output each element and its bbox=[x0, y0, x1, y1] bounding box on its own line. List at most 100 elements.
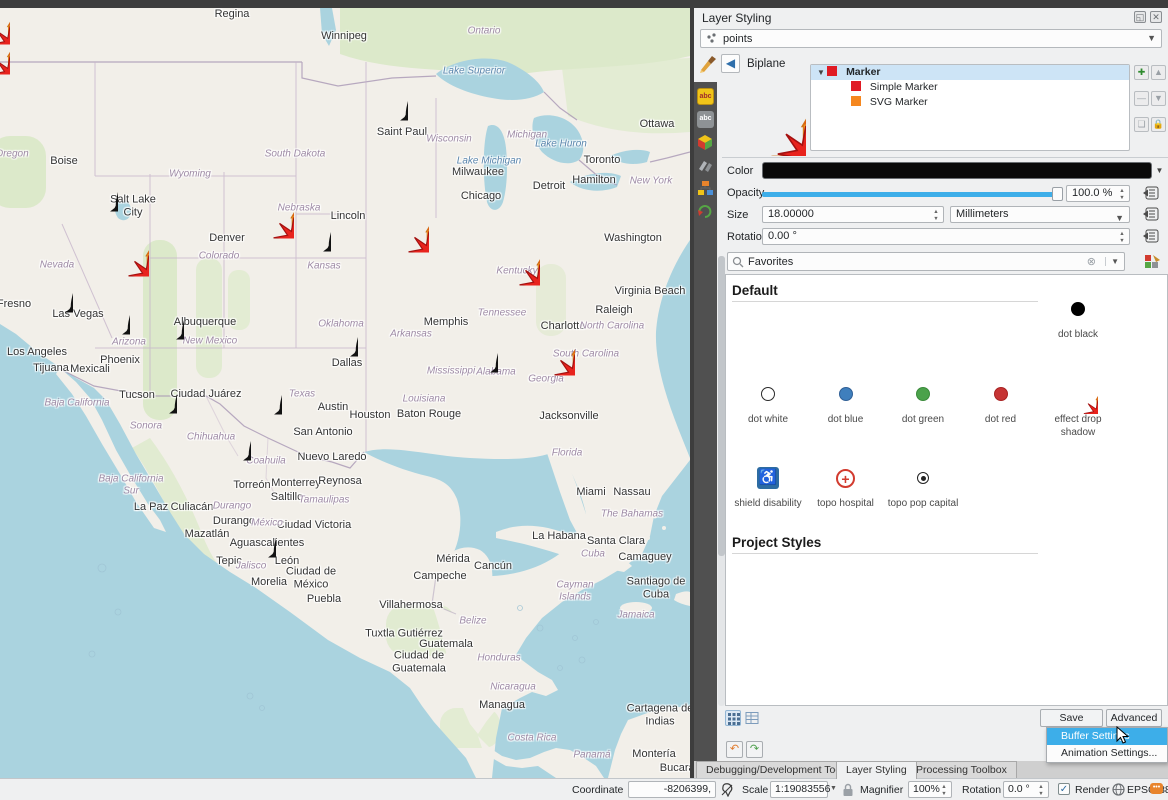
style-item-label: shield disability bbox=[730, 498, 806, 511]
tab-masks[interactable]: abc bbox=[697, 111, 714, 128]
clear-filter-icon[interactable]: ⊗ bbox=[1087, 255, 1096, 268]
scale-dropdown-arrow[interactable]: ▼ bbox=[830, 785, 837, 792]
size-spinbox[interactable]: 18.00000 ▲▼ bbox=[762, 206, 944, 223]
spin-arrows-icon[interactable]: ▲▼ bbox=[931, 207, 941, 222]
crs-globe-icon[interactable] bbox=[1112, 783, 1125, 796]
size-override-icon[interactable] bbox=[1142, 206, 1160, 222]
mouse-tracking-icon[interactable] bbox=[720, 783, 734, 797]
float-panel-icon[interactable]: ◱ bbox=[1134, 11, 1146, 23]
opacity-spinbox[interactable]: 100.0 % ▲▼ bbox=[1066, 185, 1130, 202]
render-checkbox[interactable]: ✓ bbox=[1058, 783, 1070, 795]
tree-row-simple-marker[interactable]: Simple Marker bbox=[811, 80, 1129, 95]
spin-arrows-icon[interactable]: ▲▼ bbox=[1117, 186, 1127, 201]
style-item-shield-disability[interactable]: ♿shield disability bbox=[730, 458, 806, 511]
advanced-button[interactable]: Advanced ▼ bbox=[1106, 709, 1162, 727]
mouse-cursor bbox=[1116, 726, 1130, 746]
coordinate-field[interactable]: -8206399, 5199155 bbox=[628, 781, 716, 798]
symbol-name: Biplane bbox=[747, 58, 785, 70]
expand-arrow-icon[interactable]: ▼ bbox=[817, 68, 827, 77]
menu-item-animation-settings[interactable]: Animation Settings... bbox=[1047, 745, 1167, 762]
svg-marker-swatch bbox=[851, 96, 861, 106]
move-down-button[interactable]: ▼ bbox=[1151, 91, 1166, 106]
redo-button[interactable]: ↷ bbox=[746, 741, 763, 758]
search-icon bbox=[732, 256, 744, 268]
color-label: Color bbox=[727, 165, 753, 177]
magnifier-label: Magnifier bbox=[860, 784, 903, 796]
style-item-dot-green[interactable]: dot green bbox=[885, 374, 961, 427]
tree-label-svg-marker: SVG Marker bbox=[870, 96, 928, 108]
undo-button[interactable]: ↶ bbox=[726, 741, 743, 758]
spin-arrows-icon[interactable]: ▲▼ bbox=[1117, 229, 1127, 244]
style-item-dot-blue[interactable]: dot blue bbox=[808, 374, 884, 427]
style-filter-value: Favorites bbox=[748, 256, 793, 268]
color-dropdown-arrow[interactable]: ▼ bbox=[1153, 162, 1166, 179]
menu-item-buffer-settings[interactable]: Buffer Settings bbox=[1047, 728, 1167, 745]
opacity-override-icon[interactable] bbox=[1142, 185, 1160, 201]
rotation-label: Rotation bbox=[962, 784, 1001, 796]
style-item-topo-pop-capital[interactable]: topo pop capital bbox=[885, 458, 961, 511]
tab-diagrams[interactable] bbox=[697, 157, 714, 174]
tree-row-svg-marker[interactable]: SVG Marker bbox=[811, 95, 1129, 110]
style-item-topo-hospital[interactable]: +topo hospital bbox=[808, 458, 884, 511]
lock-scale-icon[interactable] bbox=[842, 783, 854, 797]
symbology-brush-icon[interactable] bbox=[699, 54, 719, 74]
plane-marker bbox=[72, 166, 118, 217]
add-symbol-layer-button[interactable]: ✚ bbox=[1134, 65, 1149, 80]
close-panel-icon[interactable]: ✕ bbox=[1150, 11, 1162, 23]
tab-debugging-tools[interactable]: Debugging/Development Tools bbox=[696, 761, 859, 778]
tab-3d-view[interactable] bbox=[697, 134, 714, 151]
style-item-label: effect drop shadow bbox=[1040, 414, 1116, 439]
style-item-label: topo hospital bbox=[808, 498, 884, 511]
remove-symbol-layer-button[interactable]: — bbox=[1134, 91, 1149, 106]
spin-arrows-icon[interactable]: ▲▼ bbox=[1036, 782, 1046, 797]
style-manager-icon[interactable] bbox=[1143, 253, 1163, 270]
rotation-spinbox[interactable]: 0.0 ° ▲▼ bbox=[1003, 781, 1049, 798]
plane-marker bbox=[312, 311, 358, 362]
symbol-layer-tree[interactable]: ▼ Marker Simple Marker SVG Marker bbox=[810, 64, 1130, 151]
tab-processing-toolbox[interactable]: Processing Toolbox bbox=[906, 761, 1017, 778]
style-item-dot-black[interactable]: dot black bbox=[1040, 289, 1116, 342]
tree-label-marker: Marker bbox=[846, 66, 880, 78]
star-marker bbox=[91, 219, 149, 282]
back-button[interactable]: ◀ bbox=[721, 54, 740, 73]
scale-combo[interactable]: 1:19083556 bbox=[770, 781, 828, 798]
messages-icon[interactable]: ••• bbox=[1150, 783, 1163, 794]
opacity-slider[interactable] bbox=[762, 192, 1062, 197]
panel-scrollbar[interactable] bbox=[718, 256, 725, 706]
style-item-effect-drop-shadow[interactable]: effect drop shadow bbox=[1040, 374, 1116, 439]
tab-labels[interactable]: abc bbox=[697, 88, 714, 105]
tree-label-simple-marker: Simple Marker bbox=[870, 81, 938, 93]
size-unit-combo[interactable]: Millimeters ▼ bbox=[950, 206, 1130, 223]
opacity-slider-handle[interactable] bbox=[1052, 187, 1063, 201]
render-label: Render bbox=[1075, 784, 1109, 796]
filter-dropdown-arrow[interactable]: ▼ bbox=[1105, 257, 1119, 266]
list-view-toggle[interactable] bbox=[744, 710, 760, 726]
plane-marker bbox=[138, 294, 184, 345]
tree-row-marker[interactable]: ▼ Marker bbox=[811, 65, 1129, 80]
tab-legend[interactable] bbox=[697, 180, 714, 197]
star-marker bbox=[482, 228, 540, 291]
layer-select[interactable]: points ▼ bbox=[700, 29, 1162, 48]
style-item-dot-red[interactable]: dot red bbox=[963, 374, 1039, 427]
duplicate-button[interactable]: ❏ bbox=[1134, 117, 1149, 132]
save-symbol-button[interactable]: Save Symbol... bbox=[1040, 709, 1103, 727]
magnifier-spinbox[interactable]: 100% ▲▼ bbox=[908, 781, 952, 798]
tab-history[interactable] bbox=[697, 203, 714, 220]
map-canvas[interactable]: ReginaWinnipegSaint PaulBoiseSalt Lake C… bbox=[0, 8, 690, 778]
spin-arrows-icon[interactable]: ▲▼ bbox=[939, 782, 949, 797]
simple-marker-swatch bbox=[851, 81, 861, 91]
lock-colors-button[interactable]: 🔒 bbox=[1151, 117, 1166, 132]
style-item-dot-white[interactable]: dot white bbox=[730, 374, 806, 427]
rotation-spinbox[interactable]: 0.00 ° ▲▼ bbox=[762, 228, 1130, 245]
panel-titlebar: Layer Styling ◱ ✕ bbox=[694, 8, 1168, 26]
scale-label: Scale bbox=[742, 784, 768, 796]
layer-styling-panel: Layer Styling ◱ ✕ points ▼ ◀ Biplane abc… bbox=[694, 8, 1168, 761]
rotation-override-icon[interactable] bbox=[1142, 228, 1160, 244]
move-up-button[interactable]: ▲ bbox=[1151, 65, 1166, 80]
tab-layer-styling[interactable]: Layer Styling bbox=[836, 761, 917, 779]
size-label: Size bbox=[727, 209, 748, 221]
icon-view-toggle[interactable] bbox=[725, 710, 741, 726]
marker-swatch bbox=[827, 66, 837, 76]
color-swatch-button[interactable] bbox=[762, 162, 1152, 179]
style-filter-input[interactable]: Favorites ⊗ ▼ bbox=[727, 252, 1125, 271]
